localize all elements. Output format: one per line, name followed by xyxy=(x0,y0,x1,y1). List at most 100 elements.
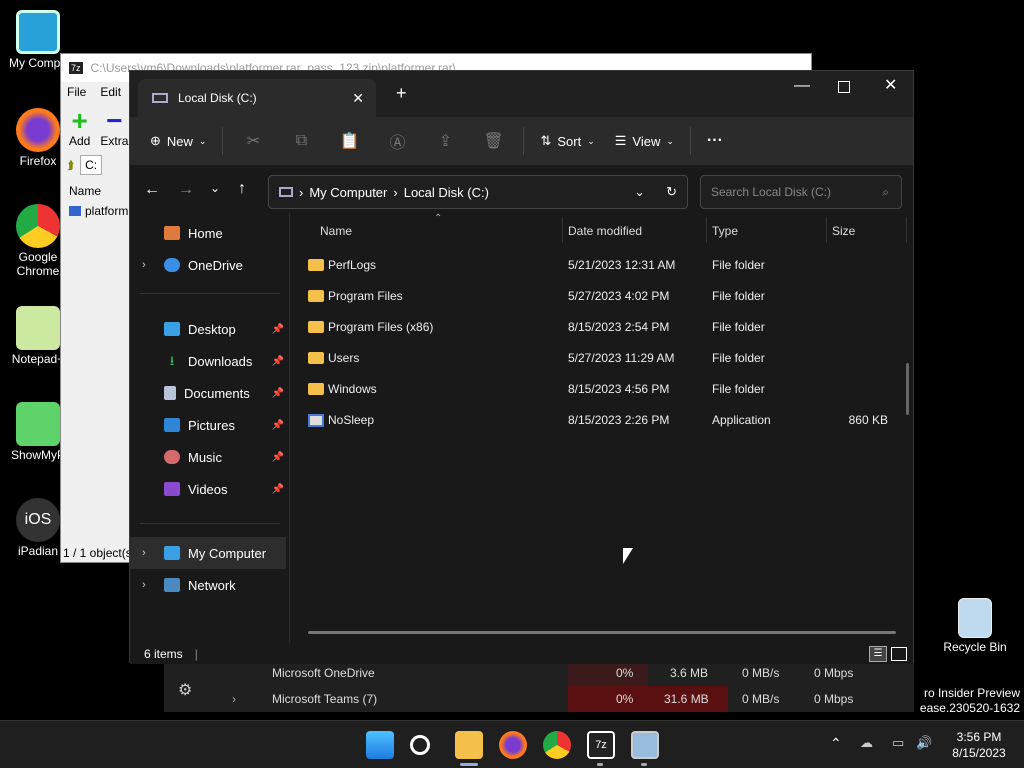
process-name: Microsoft OneDrive xyxy=(272,666,375,680)
desktop-icon-recycle-bin[interactable]: Recycle Bin xyxy=(940,598,1010,654)
tab-close-icon[interactable]: ✕ xyxy=(352,90,364,107)
nav-item-my-computer[interactable]: › My Computer xyxy=(130,537,286,569)
desktop-icon-showmypc[interactable]: ShowMyP xyxy=(8,402,68,462)
nav-item-onedrive[interactable]: › OneDrive xyxy=(130,249,286,281)
expand-chevron-icon[interactable]: › xyxy=(232,692,236,706)
column-header-type[interactable]: Type xyxy=(712,213,738,249)
back-arrow-icon[interactable]: ← xyxy=(144,181,160,199)
expand-chevron-icon[interactable]: › xyxy=(142,547,146,559)
nav-item-desktop[interactable]: Desktop 📌 xyxy=(130,313,286,345)
file-row[interactable]: PerfLogs 5/21/2023 12:31 AM File folder xyxy=(302,250,902,281)
tiles-view-icon[interactable] xyxy=(891,646,907,661)
share-icon[interactable]: ⇪ xyxy=(421,131,469,151)
up-arrow-icon[interactable]: ↑ xyxy=(238,180,246,198)
pin-icon[interactable]: 📌 xyxy=(272,324,284,335)
minimize-icon[interactable]: — xyxy=(794,77,810,95)
desktop-icon-notepad[interactable]: Notepad+ xyxy=(8,306,68,366)
desktop-icon-ipadian[interactable]: iOS iPadian xyxy=(8,498,68,558)
nav-item-music[interactable]: Music 📌 xyxy=(130,441,286,473)
file-name: Windows xyxy=(328,382,377,396)
nav-item-home[interactable]: Home xyxy=(130,217,286,249)
close-window-icon[interactable]: ✕ xyxy=(884,75,897,95)
pin-icon[interactable]: 📌 xyxy=(272,388,284,399)
volume-icon[interactable]: 🔊 xyxy=(916,735,932,751)
sort-icon: ⇅ xyxy=(540,133,552,148)
more-button[interactable]: ··· xyxy=(697,125,733,157)
menu-file[interactable]: File xyxy=(67,85,86,99)
nav-item-pictures[interactable]: Pictures 📌 xyxy=(130,409,286,441)
details-view-icon[interactable]: ☰ xyxy=(869,645,887,662)
column-header-size[interactable]: Size xyxy=(832,213,855,249)
breadcrumb-local-disk[interactable]: Local Disk (C:) xyxy=(404,185,489,200)
clock-time: 3:56 PM xyxy=(956,730,1002,744)
file-explorer-window[interactable]: Local Disk (C:) ✕ + — ✕ ⊕ New ⌄ ✂ ⧉ 📋 Ⓐ … xyxy=(129,70,914,664)
recent-chevron-icon[interactable]: ⌄ xyxy=(210,181,220,195)
desktop-icon-chrome[interactable]: Google Chrome xyxy=(8,204,68,278)
expand-chevron-icon[interactable]: › xyxy=(142,579,146,591)
column-header-name[interactable]: Name xyxy=(320,213,352,249)
desktop-icon-label: Notepad+ xyxy=(11,352,65,366)
search-box[interactable]: Search Local Disk (C:) ⌕ xyxy=(700,175,902,209)
up-arrow-icon[interactable]: ⮭ xyxy=(67,158,74,173)
desktop-icon-my-computer[interactable]: My Compu xyxy=(8,10,68,70)
sort-button[interactable]: ⇅ Sort ⌄ xyxy=(530,125,604,157)
file-row[interactable]: Program Files (x86) 8/15/2023 2:54 PM Fi… xyxy=(302,312,902,343)
tab-local-disk[interactable]: Local Disk (C:) ✕ xyxy=(138,79,376,117)
file-row[interactable]: NoSleep 8/15/2023 2:26 PM Application 86… xyxy=(302,405,902,436)
chrome-icon[interactable] xyxy=(543,731,571,759)
pin-icon[interactable]: 📌 xyxy=(272,420,284,431)
view-icon: ☰ xyxy=(614,133,627,148)
desktop-icon-firefox[interactable]: Firefox xyxy=(8,108,68,168)
monitor-icon xyxy=(16,10,60,54)
pin-icon[interactable]: 📌 xyxy=(272,356,284,367)
desktop-icon-label: iPadian xyxy=(17,544,59,558)
cloud-offline-icon[interactable]: ☁ xyxy=(860,735,873,751)
copy-icon[interactable]: ⧉ xyxy=(277,132,325,150)
start-windows-icon[interactable] xyxy=(366,731,394,759)
delete-icon[interactable]: 🗑 xyxy=(469,131,517,151)
task-manager-window[interactable]: ⚙ Microsoft OneDrive 0% 3.6 MB 0 MB/s 0 … xyxy=(164,660,914,712)
new-button[interactable]: ⊕ New ⌄ xyxy=(140,125,216,157)
network-icon[interactable]: ▭ xyxy=(892,735,904,751)
file-row[interactable]: Windows 8/15/2023 4:56 PM File folder xyxy=(302,374,902,405)
pin-icon[interactable]: 📌 xyxy=(272,484,284,495)
process-cpu: 0% xyxy=(616,666,634,680)
breadcrumb-my-computer[interactable]: My Computer xyxy=(309,185,387,200)
new-tab-icon[interactable]: + xyxy=(396,83,407,104)
nav-item-network[interactable]: › Network xyxy=(130,569,286,601)
file-name: Program Files xyxy=(328,289,403,303)
show-hidden-icons-chevron-icon[interactable]: ⌃ xyxy=(830,735,842,752)
rename-icon[interactable]: Ⓐ xyxy=(373,129,421,153)
cut-icon[interactable]: ✂ xyxy=(229,131,277,151)
nav-item-documents[interactable]: Documents 📌 xyxy=(130,377,286,409)
paste-icon[interactable]: 📋 xyxy=(325,131,373,151)
nav-item-videos[interactable]: Videos 📌 xyxy=(130,473,286,505)
add-button[interactable]: + Add xyxy=(69,107,90,149)
maximize-icon[interactable] xyxy=(838,81,850,93)
process-row[interactable]: › Microsoft Teams (7) 0% 31.6 MB 0 MB/s … xyxy=(164,686,914,712)
expand-chevron-icon[interactable]: › xyxy=(142,259,146,271)
address-bar[interactable]: › My Computer › Local Disk (C:) ⌄ ↻ xyxy=(268,175,688,209)
search-icon[interactable] xyxy=(410,735,430,755)
address-dropdown-icon[interactable]: ⌄ xyxy=(634,184,645,200)
menu-edit[interactable]: Edit xyxy=(100,85,121,99)
nav-item-downloads[interactable]: ⭳ Downloads 📌 xyxy=(130,345,286,377)
vertical-scrollbar[interactable] xyxy=(906,363,909,415)
pin-icon[interactable]: 📌 xyxy=(272,452,284,463)
refresh-icon[interactable]: ↻ xyxy=(666,184,677,200)
sevenzip-path[interactable]: C: xyxy=(80,155,103,175)
horizontal-scrollbar[interactable] xyxy=(308,631,896,634)
file-date: 8/15/2023 2:26 PM xyxy=(568,413,670,427)
firefox-icon[interactable] xyxy=(499,731,527,759)
extract-button[interactable]: − Extra xyxy=(100,107,128,149)
file-row[interactable]: Program Files 5/27/2023 4:02 PM File fol… xyxy=(302,281,902,312)
file-explorer-icon[interactable] xyxy=(455,731,483,759)
task-manager-icon[interactable] xyxy=(631,731,659,759)
view-button[interactable]: ☰ View ⌄ xyxy=(605,125,684,157)
file-row[interactable]: Users 5/27/2023 11:29 AM File folder xyxy=(302,343,902,374)
forward-arrow-icon[interactable]: → xyxy=(178,181,194,199)
clock[interactable]: 3:56 PM 8/15/2023 xyxy=(944,729,1014,761)
column-header-date[interactable]: Date modified xyxy=(568,213,642,249)
chevron-down-icon: ⌄ xyxy=(587,135,595,146)
sevenzip-icon[interactable]: 7z xyxy=(587,731,615,759)
